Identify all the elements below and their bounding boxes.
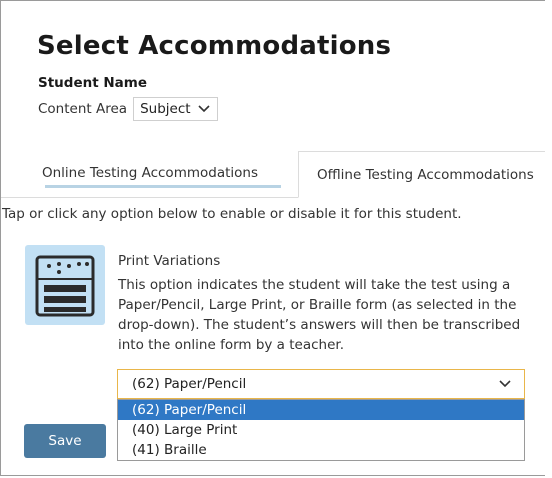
tab-online-label: Online Testing Accommodations (42, 165, 258, 181)
braille-print-icon (35, 255, 95, 317)
tab-online-testing[interactable]: Online Testing Accommodations (19, 149, 281, 197)
student-name: Student Name (38, 75, 148, 91)
dropdown-option-paper-pencil[interactable]: (62) Paper/Pencil (118, 400, 524, 420)
option-description-line: into the online form by a teacher. (118, 337, 345, 353)
subject-select[interactable]: Subject (133, 97, 218, 121)
option-title: Print Variations (118, 253, 221, 269)
option-description-line: drop-down). The student’s answers will t… (118, 317, 521, 333)
accommodations-panel: Select Accommodations Student Name Conte… (0, 0, 545, 476)
dropdown-option-large-print[interactable]: (40) Large Print (118, 420, 524, 440)
subject-select-value: Subject (140, 101, 191, 117)
content-area-row: Content Area Subject (38, 97, 218, 121)
content-area-label: Content Area (38, 101, 128, 117)
tab-offline-testing[interactable]: Offline Testing Accommodations (298, 151, 545, 198)
print-variation-select[interactable]: (62) Paper/Pencil (117, 369, 525, 399)
option-description: This option indicates the student will t… (118, 275, 538, 355)
print-variation-select-value: (62) Paper/Pencil (132, 376, 247, 392)
chevron-down-icon (499, 380, 511, 388)
instructions-text: Tap or click any option below to enable … (2, 206, 462, 222)
print-variations-toggle[interactable] (25, 245, 105, 325)
dropdown-option-braille[interactable]: (41) Braille (118, 440, 524, 460)
print-variation-options-list: (62) Paper/Pencil (40) Large Print (41) … (117, 399, 525, 461)
option-description-line: Paper/Pencil, Large Print, or Braille fo… (118, 297, 517, 313)
save-button[interactable]: Save (24, 424, 106, 458)
tab-offline-label: Offline Testing Accommodations (317, 166, 534, 183)
chevron-down-icon (197, 105, 210, 113)
option-description-line: This option indicates the student will t… (118, 277, 511, 293)
page-title: Select Accommodations (37, 31, 392, 61)
tab-online-underline (45, 185, 281, 188)
